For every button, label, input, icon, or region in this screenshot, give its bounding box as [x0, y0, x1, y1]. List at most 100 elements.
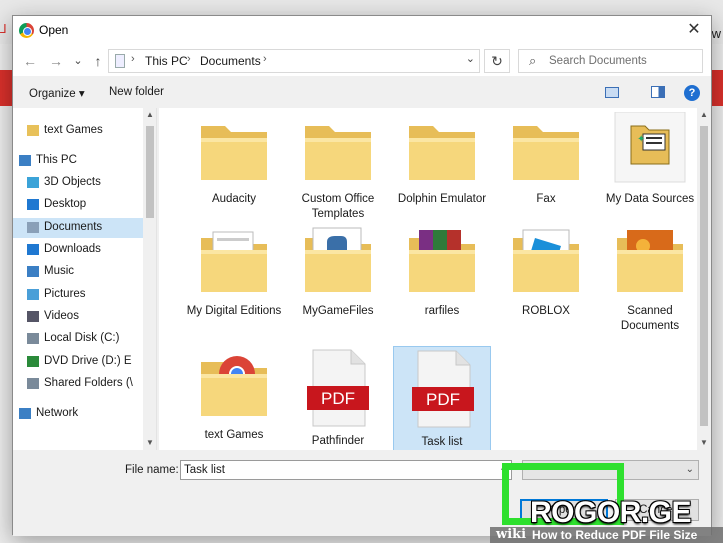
desktop-icon — [27, 199, 39, 210]
local-disk-icon — [27, 333, 39, 344]
file-tile[interactable]: Audacity — [185, 110, 283, 220]
scrollbar-thumb[interactable] — [700, 126, 708, 426]
sidebar-item-label: Documents — [44, 221, 103, 233]
acrobat-icon: ⅃ — [0, 22, 7, 36]
breadcrumb-separator-icon: › — [131, 53, 135, 65]
sidebar-item-label: Videos — [44, 310, 79, 322]
sidebar-item[interactable]: Local Disk (C:) — [13, 329, 143, 349]
file-tile-label: Task list — [421, 436, 463, 448]
file-tile-label: Pathfinder — [311, 435, 365, 447]
file-tile-label: Fax — [536, 193, 556, 205]
search-input[interactable]: Search Documents — [549, 55, 647, 67]
file-tile[interactable]: rarfiles — [393, 222, 491, 332]
navigation-bar: ← → ⌄ ↑ › This PC › Documents › ⌄ ↻ ⌕ Se… — [13, 46, 711, 76]
breadcrumb-this-pc[interactable]: This PC — [145, 54, 188, 68]
3d-objects-icon — [27, 177, 39, 188]
scroll-up-icon[interactable]: ▲ — [146, 110, 154, 119]
breadcrumb-separator-icon[interactable]: › — [263, 53, 267, 65]
sidebar-item[interactable]: Videos — [13, 307, 143, 327]
open-file-dialog: Open ✕ ← → ⌄ ↑ › This PC › Documents › ⌄… — [12, 15, 712, 536]
close-button[interactable]: ✕ — [683, 19, 705, 41]
up-button[interactable]: ↑ — [90, 51, 106, 71]
sidebar-item[interactable]: text Games — [13, 121, 143, 141]
folder-icon — [27, 125, 39, 136]
sidebar-item-label: This PC — [36, 154, 77, 166]
watermark-text: ROGOR.GE — [530, 496, 692, 529]
help-icon[interactable]: ? — [684, 85, 700, 101]
search-box[interactable]: ⌕ Search Documents — [518, 49, 703, 73]
file-tile-label: Scanned Documents — [620, 305, 680, 332]
file-tile[interactable]: ROBLOX — [497, 222, 595, 332]
sidebar-item[interactable]: Documents — [13, 218, 143, 238]
sidebar-item-label: 3D Objects — [44, 176, 101, 188]
file-list-scrollbar[interactable]: ▲ ▼ — [697, 108, 711, 450]
navigation-pane: Network Shared Folders (\ DVD Drive (D:) E… — [13, 108, 157, 450]
sidebar-item[interactable]: This PC — [13, 151, 143, 171]
file-tile-label: ROBLOX — [522, 305, 570, 317]
new-folder-button[interactable]: New folder — [109, 86, 164, 98]
navigation-pane-scrollbar[interactable]: ▲ ▼ — [143, 108, 156, 450]
dvd-drive-icon — [27, 356, 39, 367]
scrollbar-thumb[interactable] — [146, 126, 154, 218]
chevron-down-icon: ⌄ — [685, 464, 694, 475]
shared-folder-icon — [27, 378, 39, 389]
network-icon — [19, 408, 31, 419]
music-icon — [27, 266, 39, 277]
sidebar-item[interactable]: DVD Drive (D:) E — [13, 352, 143, 372]
organize-button[interactable]: Organize ▾ — [29, 86, 85, 100]
file-list: PDF Task list PDF Pathfinder text Games Scann… — [159, 108, 711, 450]
sidebar-item[interactable]: Pictures — [13, 285, 143, 305]
sidebar-item-label: Local Disk (C:) — [44, 332, 120, 344]
downloads-icon — [27, 244, 39, 255]
file-tile[interactable]: ✦ My Data Sources — [601, 110, 699, 220]
scroll-down-icon[interactable]: ▼ — [146, 438, 154, 447]
dialog-title: Open — [39, 23, 69, 37]
change-view-icon[interactable] — [605, 87, 619, 98]
sidebar-item[interactable]: 3D Objects — [13, 173, 143, 193]
file-tile-label: Dolphin Emulator — [397, 193, 487, 205]
scroll-up-icon[interactable]: ▲ — [700, 110, 708, 119]
scroll-down-icon[interactable]: ▼ — [700, 438, 708, 447]
forward-button[interactable]: → — [47, 51, 65, 71]
sidebar-item-label: DVD Drive (D:) E — [44, 355, 132, 367]
sidebar-item[interactable]: Downloads — [13, 240, 143, 260]
recent-locations-button[interactable]: ⌄ — [71, 51, 85, 71]
file-tile-label: MyGameFiles — [302, 305, 374, 317]
file-name-input[interactable] — [180, 460, 512, 480]
address-dropdown-icon[interactable]: ⌄ — [466, 52, 475, 65]
sidebar-item[interactable]: Shared Folders (\ — [13, 374, 143, 394]
sidebar-item-label: Pictures — [44, 288, 86, 300]
svg-text:PDF: PDF — [321, 389, 355, 408]
refresh-button[interactable]: ↻ — [484, 49, 510, 73]
preview-pane-icon[interactable] — [651, 86, 665, 98]
sidebar-item-label: Network — [36, 407, 79, 419]
command-toolbar: Organize ▾ New folder ? — [13, 78, 711, 108]
file-tile[interactable]: PDF Pathfinder — [289, 346, 387, 450]
back-button[interactable]: ← — [21, 51, 39, 71]
file-tile[interactable]: My Digital Editions — [185, 222, 283, 332]
computer-icon — [19, 155, 31, 166]
wikihow-article-title: How to Reduce PDF File Size — [532, 528, 698, 542]
sidebar-item[interactable]: Desktop — [13, 195, 143, 215]
sidebar-item-label: text Games — [44, 124, 103, 136]
address-bar[interactable]: › This PC › Documents › ⌄ — [108, 49, 480, 73]
sidebar-item[interactable]: Music — [13, 262, 143, 282]
search-icon: ⌕ — [529, 53, 537, 68]
breadcrumb-separator-icon: › — [187, 53, 191, 65]
sidebar-item-label: Desktop — [44, 198, 87, 210]
dialog-titlebar: Open ✕ — [13, 16, 711, 46]
file-tile[interactable]: Dolphin Emulator — [393, 110, 491, 220]
sidebar-item-label: Downloads — [44, 243, 101, 255]
file-tile-label: My Digital Editions — [186, 305, 282, 317]
file-tile[interactable]: Custom Office Templates — [289, 110, 387, 220]
sidebar-item[interactable]: Network — [13, 404, 143, 424]
file-tile[interactable]: MyGameFiles — [289, 222, 387, 332]
breadcrumb-documents[interactable]: Documents — [200, 54, 261, 68]
file-tile[interactable]: PDF Task list — [393, 346, 491, 450]
file-tile[interactable]: Scanned Documents — [601, 222, 699, 332]
this-pc-icon — [115, 54, 125, 68]
file-tile[interactable]: Fax — [497, 110, 595, 220]
wikihow-caption-bar: wiki How to Reduce PDF File Size — [490, 527, 723, 543]
file-tile-label: text Games — [204, 429, 264, 441]
file-tile[interactable]: text Games — [185, 346, 283, 450]
